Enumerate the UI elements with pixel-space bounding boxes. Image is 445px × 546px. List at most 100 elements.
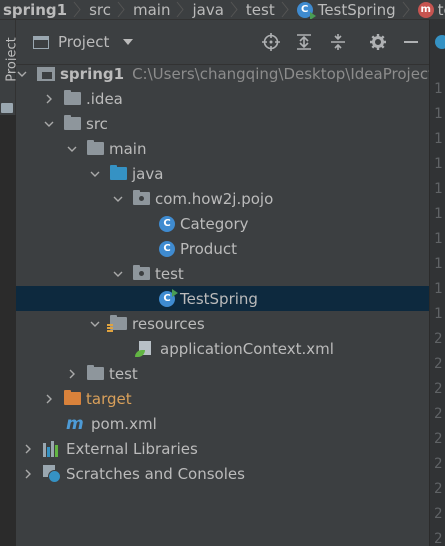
gear-icon[interactable] xyxy=(369,33,387,51)
tree-row-package-pojo[interactable]: com.how2j.pojo xyxy=(16,186,429,211)
line-number: 2 xyxy=(434,331,443,347)
chevron-down-icon[interactable] xyxy=(112,268,124,280)
chevron-down-icon[interactable] xyxy=(43,118,55,130)
line-number: 2 xyxy=(434,531,443,546)
tree-row-label: resources xyxy=(132,314,205,333)
breadcrumb-method-label: te xyxy=(437,0,445,19)
chevron-down-icon[interactable] xyxy=(89,318,101,330)
tree-row-label: Scratches and Consoles xyxy=(66,464,245,483)
tree-row-testspring[interactable]: C TestSpring xyxy=(16,286,429,311)
chevron-down-icon[interactable] xyxy=(16,68,28,80)
line-number: 2 xyxy=(434,456,443,472)
chevron-right-icon xyxy=(278,0,292,19)
chevron-right-icon[interactable] xyxy=(66,368,78,380)
tree-row-label: .idea xyxy=(86,89,123,108)
chevron-down-icon[interactable] xyxy=(89,168,101,180)
tree-row-label: test xyxy=(109,364,138,383)
expand-all-icon[interactable] xyxy=(295,33,313,51)
chevron-right-icon[interactable] xyxy=(22,443,34,455)
chevron-right-icon xyxy=(114,0,128,19)
tree-row-label: applicationContext.xml xyxy=(160,339,334,358)
breadcrumb-testspring-label: TestSpring xyxy=(317,0,396,19)
chevron-right-icon[interactable] xyxy=(22,468,34,480)
line-number: 1 xyxy=(434,231,443,247)
structure-icon[interactable] xyxy=(1,103,13,113)
navigation-breadcrumb-bar: spring1 src main java test C TestSpring … xyxy=(0,0,445,20)
project-window-icon xyxy=(33,35,49,49)
tree-row-test-folder[interactable]: test xyxy=(16,361,429,386)
tree-row-pom[interactable]: m pom.xml xyxy=(16,411,429,436)
chevron-down-icon[interactable] xyxy=(66,143,78,155)
tree-row-label: TestSpring xyxy=(180,289,258,308)
line-number: 2 xyxy=(434,406,443,422)
tree-row-project-root[interactable]: spring1 C:\Users\changqing\Desktop\IdeaP… xyxy=(16,61,434,86)
maven-module-icon: m xyxy=(417,1,434,18)
tree-row-label: src xyxy=(86,114,108,133)
chevron-right-icon xyxy=(227,0,241,19)
tree-row-resources[interactable]: resources xyxy=(16,311,429,336)
breadcrumb-java[interactable]: java xyxy=(187,1,226,19)
folder-icon xyxy=(87,140,104,155)
breadcrumb-testspring[interactable]: C TestSpring xyxy=(292,1,399,19)
project-panel-toolbar: Project xyxy=(16,20,429,65)
tree-row-idea[interactable]: .idea xyxy=(16,86,429,111)
package-icon xyxy=(133,190,150,205)
chevron-down-icon[interactable] xyxy=(112,193,124,205)
tree-row-external-libraries[interactable]: External Libraries xyxy=(16,436,429,461)
project-panel: Project spring1 C:\Users\changqing\Deskt… xyxy=(16,20,434,546)
folder-icon xyxy=(64,115,81,130)
line-number: 2 xyxy=(434,356,443,372)
tree-row-main[interactable]: main xyxy=(16,136,429,161)
project-view-title: Project xyxy=(58,33,110,51)
open-file-icon[interactable] xyxy=(430,33,445,51)
chevron-down-icon xyxy=(123,39,134,45)
tree-row-src[interactable]: src xyxy=(16,111,429,136)
line-number: 1 xyxy=(434,106,443,122)
breadcrumb-test[interactable]: test xyxy=(241,1,278,19)
breadcrumb-spring1[interactable]: spring1 xyxy=(0,1,70,19)
line-number: 2 xyxy=(434,381,443,397)
line-number: 1 xyxy=(434,206,443,222)
tree-row-application-context[interactable]: applicationContext.xml xyxy=(16,336,429,361)
tree-row-label: spring1 xyxy=(60,64,125,83)
tree-row-scratches[interactable]: Scratches and Consoles xyxy=(16,461,429,486)
line-number: 2 xyxy=(434,506,443,522)
tree-row-product[interactable]: C Product xyxy=(16,236,429,261)
line-number: 2 xyxy=(434,481,443,497)
folder-icon xyxy=(64,90,81,105)
line-number: 1 xyxy=(434,131,443,147)
project-path-text: C:\Users\changqing\Desktop\IdeaProject xyxy=(132,64,435,83)
libraries-icon xyxy=(43,440,61,457)
folder-icon xyxy=(87,365,104,380)
line-number: 1 xyxy=(434,156,443,172)
tree-row-category[interactable]: C Category xyxy=(16,211,429,236)
breadcrumb-main[interactable]: main xyxy=(128,1,173,19)
chevron-right-icon[interactable] xyxy=(43,93,55,105)
tree-row-java[interactable]: java xyxy=(16,161,429,186)
tree-row-label: com.how2j.pojo xyxy=(155,189,274,208)
locate-icon[interactable] xyxy=(262,33,280,51)
chevron-right-icon[interactable] xyxy=(43,393,55,405)
tree-row-target[interactable]: target xyxy=(16,386,429,411)
chevron-right-icon xyxy=(70,0,84,19)
collapse-all-icon[interactable] xyxy=(329,33,347,51)
breadcrumb-method[interactable]: m te xyxy=(413,1,445,19)
tree-row-label: java xyxy=(132,164,164,183)
line-number: 1 xyxy=(434,306,443,322)
line-number: 2 xyxy=(434,431,443,447)
project-view-selector[interactable]: Project xyxy=(33,33,134,51)
maven-icon: m xyxy=(66,413,84,434)
java-class-icon: C xyxy=(159,240,175,257)
line-number: 1 xyxy=(434,81,443,97)
line-number: 1 xyxy=(434,181,443,197)
tree-row-label: pom.xml xyxy=(91,414,157,433)
project-folder-icon xyxy=(37,66,55,81)
minimize-icon[interactable] xyxy=(402,33,420,51)
tree-row-label: target xyxy=(86,389,132,408)
breadcrumb-src[interactable]: src xyxy=(84,1,114,19)
resources-folder-icon xyxy=(107,315,127,332)
tool-window-strip: Project xyxy=(0,20,20,115)
tree-row-package-test[interactable]: test xyxy=(16,261,429,286)
tree-row-label: External Libraries xyxy=(66,439,198,458)
scratches-icon xyxy=(43,464,61,483)
